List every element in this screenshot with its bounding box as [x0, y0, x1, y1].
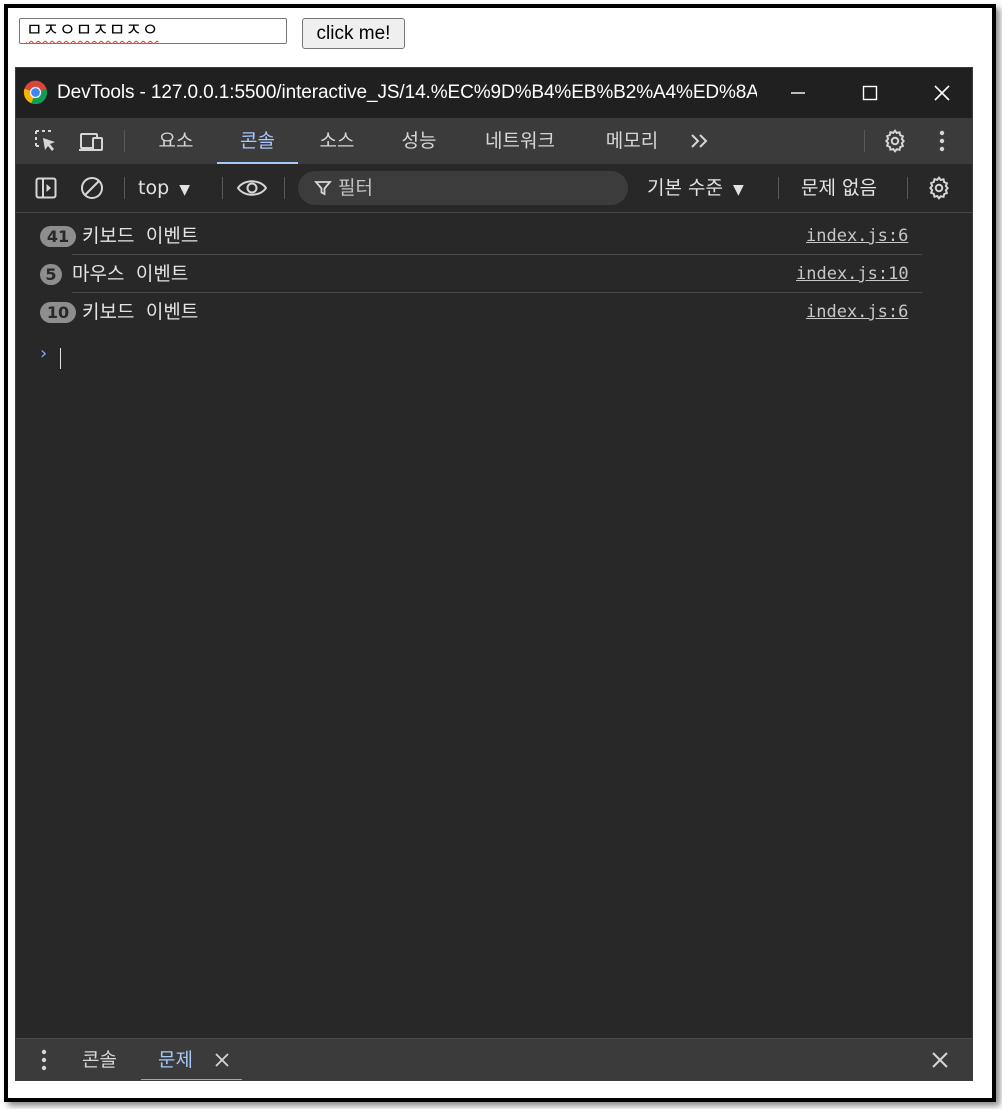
- drawer-tab-console[interactable]: 콘솔: [82, 1039, 117, 1080]
- sidebar-icon: [35, 177, 57, 199]
- console-log-row[interactable]: 5 마우스 이벤트 index.js:10: [16, 255, 922, 293]
- maximize-button[interactable]: [840, 68, 900, 118]
- tab-performance[interactable]: 성능: [388, 118, 450, 164]
- toolbar-separator: [907, 177, 908, 199]
- tab-sources[interactable]: 소스: [306, 118, 368, 164]
- window-frame: click me! DevTools - 127.0.0.1:5500/inte…: [4, 4, 996, 1102]
- close-drawer-tab-button[interactable]: [212, 1050, 232, 1070]
- eye-icon: [236, 180, 268, 196]
- filter-input[interactable]: [338, 177, 598, 199]
- devtools-tabbar: 요소 콘솔 소스 성능 네트워크 메모리: [16, 118, 972, 164]
- log-source-link[interactable]: index.js:10: [796, 255, 916, 293]
- drawer-tab-issues[interactable]: 문제: [158, 1039, 193, 1080]
- gear-icon: [885, 129, 905, 153]
- tab-memory[interactable]: 메모리: [591, 118, 673, 164]
- console-input-caret[interactable]: [60, 348, 61, 369]
- console-log-row[interactable]: 10 키보드 이벤트 index.js:6: [16, 293, 922, 331]
- filter-box[interactable]: [298, 171, 628, 205]
- repeat-count-badge: 41: [40, 226, 76, 247]
- device-toolbar-button[interactable]: [74, 118, 110, 164]
- inspect-icon: [35, 130, 55, 151]
- chevron-double-right-icon: [691, 134, 708, 148]
- log-source-link[interactable]: index.js:6: [806, 217, 916, 255]
- context-label: top: [138, 177, 170, 199]
- filter-icon: [314, 181, 332, 196]
- tabbar-separator: [124, 130, 125, 152]
- inspect-element-button[interactable]: [28, 118, 64, 164]
- close-icon: [932, 1052, 948, 1068]
- console-toolbar: top ▼ 기본 수준 ▼ 문제 없음: [16, 164, 972, 213]
- toolbar-separator: [124, 177, 125, 199]
- drawer-menu-button[interactable]: [26, 1039, 62, 1080]
- gear-icon: [929, 176, 949, 200]
- toolbar-separator: [222, 177, 223, 199]
- log-level-select[interactable]: 기본 수준 ▼: [647, 173, 744, 203]
- devtools-window: DevTools - 127.0.0.1:5500/interactive_JS…: [16, 68, 972, 1080]
- active-tab-indicator: [141, 1079, 242, 1080]
- tab-console[interactable]: 콘솔: [217, 118, 298, 164]
- dropdown-arrow-icon: ▼: [733, 182, 744, 198]
- minimize-icon: [791, 92, 805, 94]
- more-tabs-button[interactable]: [682, 118, 718, 164]
- console-prompt-icon: ›: [38, 343, 49, 364]
- close-window-button[interactable]: [912, 68, 972, 118]
- devtools-titlebar: DevTools - 127.0.0.1:5500/interactive_JS…: [16, 68, 972, 118]
- live-expression-button[interactable]: [233, 164, 271, 212]
- log-source-link[interactable]: index.js:6: [806, 293, 916, 331]
- console-settings-button[interactable]: [921, 164, 957, 212]
- repeat-count-badge: 5: [40, 264, 62, 285]
- dropdown-arrow-icon: ▼: [179, 182, 190, 198]
- toggle-sidebar-button[interactable]: [28, 164, 64, 212]
- clear-console-button[interactable]: [74, 164, 110, 212]
- close-drawer-button[interactable]: [929, 1049, 951, 1071]
- log-message: 키보드 이벤트: [82, 301, 199, 323]
- console-log-row[interactable]: 41 키보드 이벤트 index.js:6: [16, 217, 922, 255]
- log-message: 마우스 이벤트: [72, 263, 189, 285]
- click-me-button[interactable]: click me!: [302, 18, 405, 49]
- chrome-logo-icon: [23, 80, 48, 105]
- minimize-button[interactable]: [768, 68, 828, 118]
- toolbar-separator: [284, 177, 285, 199]
- issues-counter[interactable]: 문제 없음: [801, 173, 877, 203]
- clear-icon: [81, 177, 103, 199]
- toolbar-separator: [778, 177, 779, 199]
- kebab-menu-icon: [939, 130, 945, 152]
- devtools-title: DevTools - 127.0.0.1:5500/interactive_JS…: [57, 82, 757, 103]
- log-message: 키보드 이벤트: [82, 225, 199, 247]
- console-messages: 41 키보드 이벤트 index.js:6 5 마우스 이벤트 index.js…: [16, 213, 972, 1038]
- tabbar-separator: [864, 130, 865, 152]
- close-icon: [934, 85, 950, 101]
- maximize-icon: [862, 85, 878, 101]
- close-icon: [215, 1053, 229, 1067]
- kebab-menu-icon: [41, 1049, 47, 1071]
- context-select[interactable]: top ▼: [138, 173, 190, 203]
- text-input[interactable]: [19, 18, 287, 44]
- repeat-count-badge: 10: [40, 302, 76, 323]
- more-options-button[interactable]: [924, 118, 960, 164]
- device-icon: [79, 133, 103, 151]
- tab-network[interactable]: 네트워크: [468, 118, 572, 164]
- drawer-tabbar: 콘솔 문제: [16, 1038, 972, 1080]
- settings-button[interactable]: [877, 118, 913, 164]
- tab-elements[interactable]: 요소: [144, 118, 208, 164]
- log-level-label: 기본 수준: [647, 177, 723, 199]
